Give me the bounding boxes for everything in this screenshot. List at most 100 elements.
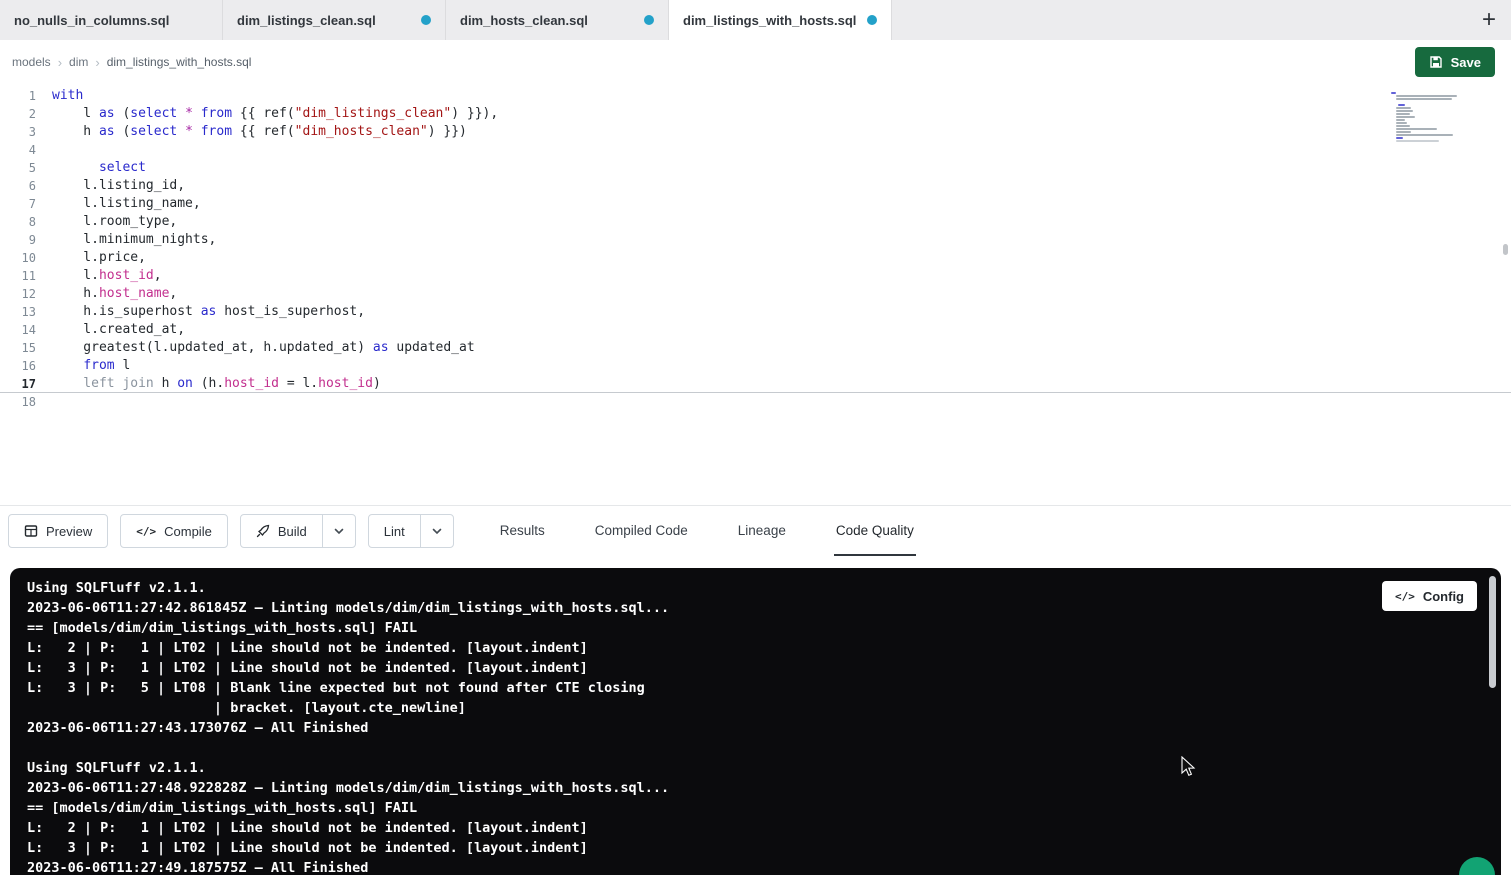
code-line-13[interactable]: 13 h.is_superhost as host_is_superhost, [0,303,1511,321]
code-line-6[interactable]: 6 l.listing_id, [0,177,1511,195]
breadcrumb-item[interactable]: models [12,55,51,69]
code-text: l.listing_id, [36,177,185,195]
code-text: h.host_name, [36,285,177,303]
terminal-line: L: 3 | P: 1 | LT02 | Line should not be … [27,838,1461,858]
build-button-group: Build [240,514,356,548]
code-line-18[interactable]: 18 [0,393,1511,411]
breadcrumb-separator-icon: › [95,55,99,70]
code-line-2[interactable]: 2 l as (select * from {{ ref("dim_listin… [0,105,1511,123]
code-editor[interactable]: 1with2 l as (select * from {{ ref("dim_l… [0,84,1511,506]
code-line-5[interactable]: 5 select [0,159,1511,177]
preview-grid-icon [24,524,38,538]
lint-button[interactable]: Lint [368,514,421,548]
breadcrumb: models›dim›dim_listings_with_hosts.sql [12,55,251,70]
tab-bar: no_nulls_in_columns.sql dim_listings_clea… [0,0,1511,40]
line-number: 15 [0,339,36,357]
line-number: 9 [0,231,36,249]
code-text: l.room_type, [36,213,177,231]
editor-tab-dim_hosts_clean[interactable]: dim_hosts_clean.sql [446,0,669,40]
panel-tab-results[interactable]: Results [498,506,547,556]
line-number: 18 [0,393,36,411]
code-line-15[interactable]: 15 greatest(l.updated_at, h.updated_at) … [0,339,1511,357]
terminal-line: L: 3 | P: 5 | LT08 | Blank line expected… [27,678,1461,698]
tab-label: dim_listings_with_hosts.sql [683,13,859,28]
code-text: h as (select * from {{ ref("dim_hosts_cl… [36,123,467,141]
code-text: l.minimum_nights, [36,231,216,249]
editor-tab-no_nulls_in_columns[interactable]: no_nulls_in_columns.sql [0,0,223,40]
ide-window: no_nulls_in_columns.sql dim_listings_clea… [0,0,1511,875]
terminal-line: == [models/dim/dim_listings_with_hosts.s… [27,798,1461,818]
unsaved-changes-dot-icon [867,15,877,25]
panel-tab-compiled-code[interactable]: Compiled Code [593,506,690,556]
terminal-wrap: Using SQLFluff v2.1.1.2023-06-06T11:27:4… [0,556,1511,875]
toolbar-buttons: Preview </> Compile Build [8,506,454,556]
panel-tabs: Results Compiled Code Lineage Code Quality [498,506,916,556]
line-number: 8 [0,213,36,231]
compile-label: Compile [164,524,212,539]
line-number: 11 [0,267,36,285]
code-line-17[interactable]: 17 left join h on (h.host_id = l.host_id… [0,375,1511,393]
line-number: 12 [0,285,36,303]
editor-tab-dim_listings_with_hosts[interactable]: dim_listings_with_hosts.sql [669,0,892,40]
breadcrumb-bar: models›dim›dim_listings_with_hosts.sql S… [0,40,1511,84]
terminal-line: L: 2 | P: 1 | LT02 | Line should not be … [27,638,1461,658]
terminal-line: Using SQLFluff v2.1.1. [27,758,1461,778]
code-line-16[interactable]: 16 from l [0,357,1511,375]
preview-button[interactable]: Preview [8,514,108,548]
code-line-4[interactable]: 4 [0,141,1511,159]
config-button[interactable]: </> Config [1382,581,1477,611]
terminal-line: Using SQLFluff v2.1.1. [27,578,1461,598]
code-line-12[interactable]: 12 h.host_name, [0,285,1511,303]
panel-tab-lineage[interactable]: Lineage [736,506,788,556]
breadcrumb-item[interactable]: dim [69,55,88,69]
terminal-scrollbar-thumb[interactable] [1489,576,1496,688]
code-text [36,141,52,159]
code-text: l as (select * from {{ ref("dim_listings… [36,105,498,123]
tab-label: dim_listings_clean.sql [237,13,413,28]
save-icon [1429,55,1443,69]
minimap[interactable] [1391,92,1491,145]
terminal-line: == [models/dim/dim_listings_with_hosts.s… [27,618,1461,638]
terminal-line: L: 3 | P: 1 | LT02 | Line should not be … [27,658,1461,678]
build-dropdown-button[interactable] [322,514,356,548]
line-number: 4 [0,141,36,159]
chevron-down-icon [333,525,345,537]
code-line-11[interactable]: 11 l.host_id, [0,267,1511,285]
editor-tab-dim_listings_clean[interactable]: dim_listings_clean.sql [223,0,446,40]
save-button[interactable]: Save [1415,47,1495,77]
rocket-icon [256,524,270,538]
breadcrumb-item[interactable]: dim_listings_with_hosts.sql [107,55,252,69]
line-number: 13 [0,303,36,321]
panel-tab-code-quality[interactable]: Code Quality [834,506,916,556]
build-label: Build [278,524,307,539]
code-text: l.created_at, [36,321,185,339]
terminal-line: 2023-06-06T11:27:42.861845Z — Linting mo… [27,598,1461,618]
terminal-line: 2023-06-06T11:27:48.922828Z — Linting mo… [27,778,1461,798]
lint-button-group: Lint [368,514,454,548]
terminal-line: | bracket. [layout.cte_newline] [27,698,1461,718]
code-brackets-icon: </> [136,525,156,538]
code-text: from l [36,357,130,375]
tab-label: dim_hosts_clean.sql [460,13,636,28]
code-line-1[interactable]: 1with [0,87,1511,105]
compile-button[interactable]: </> Compile [120,514,228,548]
code-line-9[interactable]: 9 l.minimum_nights, [0,231,1511,249]
lint-dropdown-button[interactable] [420,514,454,548]
terminal-line: L: 2 | P: 1 | LT02 | Line should not be … [27,818,1461,838]
preview-label: Preview [46,524,92,539]
terminal-lines: Using SQLFluff v2.1.1.2023-06-06T11:27:4… [27,578,1461,875]
editor-scrollbar-thumb[interactable] [1503,244,1508,255]
code-line-3[interactable]: 3 h as (select * from {{ ref("dim_hosts_… [0,123,1511,141]
code-line-8[interactable]: 8 l.room_type, [0,213,1511,231]
unsaved-changes-dot-icon [421,15,431,25]
code-text [36,393,52,411]
terminal-line: 2023-06-06T11:27:49.187575Z — All Finish… [27,858,1461,875]
build-button[interactable]: Build [240,514,323,548]
lint-label: Lint [384,524,405,539]
code-line-10[interactable]: 10 l.price, [0,249,1511,267]
code-line-14[interactable]: 14 l.created_at, [0,321,1511,339]
code-line-7[interactable]: 7 l.listing_name, [0,195,1511,213]
line-number: 14 [0,321,36,339]
line-number: 3 [0,123,36,141]
new-tab-button[interactable]: + [1467,0,1511,40]
